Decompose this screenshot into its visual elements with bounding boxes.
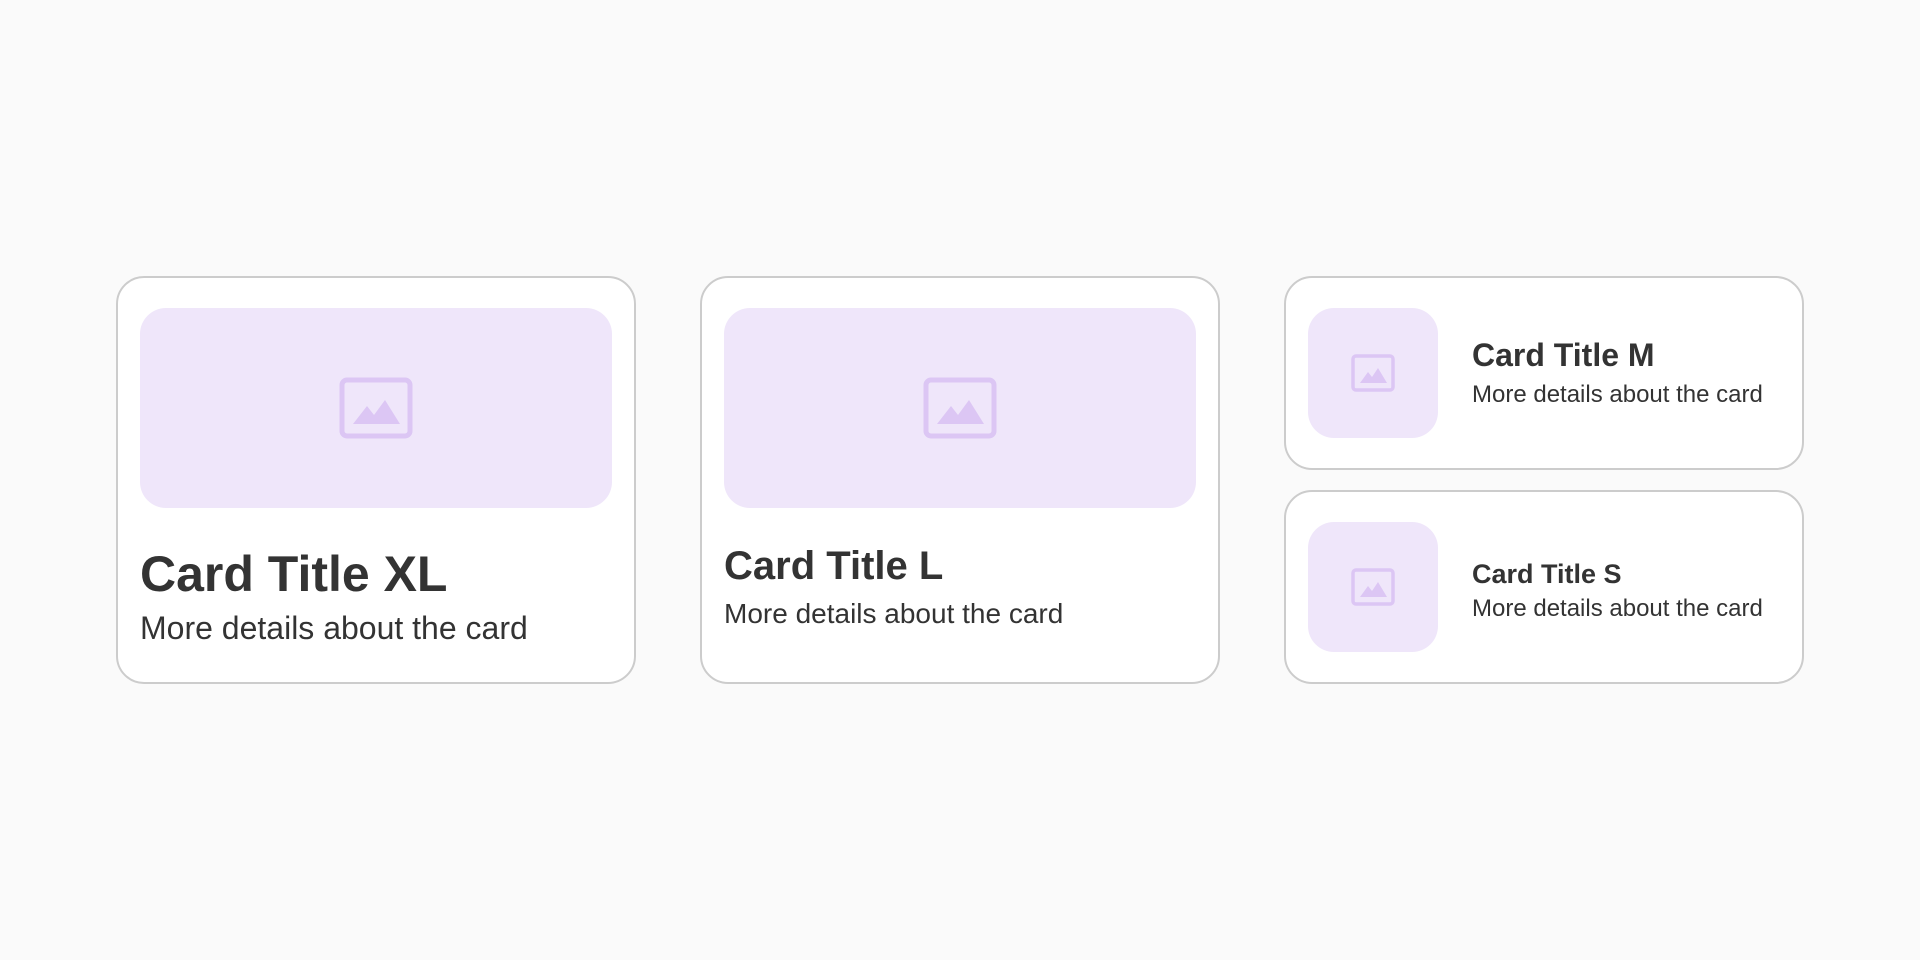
card-xl[interactable]: Card Title XL More details about the car… — [116, 276, 636, 684]
image-icon — [1351, 568, 1395, 606]
card-title: Card Title M — [1472, 337, 1655, 373]
image-icon — [923, 377, 997, 439]
card-l[interactable]: Card Title L More details about the card — [700, 276, 1220, 684]
card-m[interactable]: Card Title M More details about the card — [1284, 276, 1804, 470]
card-description: More details about the card — [1472, 595, 1763, 622]
image-icon — [339, 377, 413, 439]
image-icon — [1351, 354, 1395, 392]
card-image-placeholder — [1308, 308, 1438, 438]
card-title: Card Title S — [1472, 559, 1622, 589]
card-s[interactable]: Card Title S More details about the card — [1284, 490, 1804, 684]
card-image-placeholder — [1308, 522, 1438, 652]
card-description: More details about the card — [1472, 381, 1763, 408]
card-description: More details about the card — [724, 598, 1064, 629]
card-description: More details about the card — [140, 610, 528, 646]
card-title: Card Title L — [724, 544, 944, 588]
card-image-placeholder — [724, 308, 1196, 508]
card-title: Card Title XL — [140, 546, 448, 602]
card-image-placeholder — [140, 308, 612, 508]
